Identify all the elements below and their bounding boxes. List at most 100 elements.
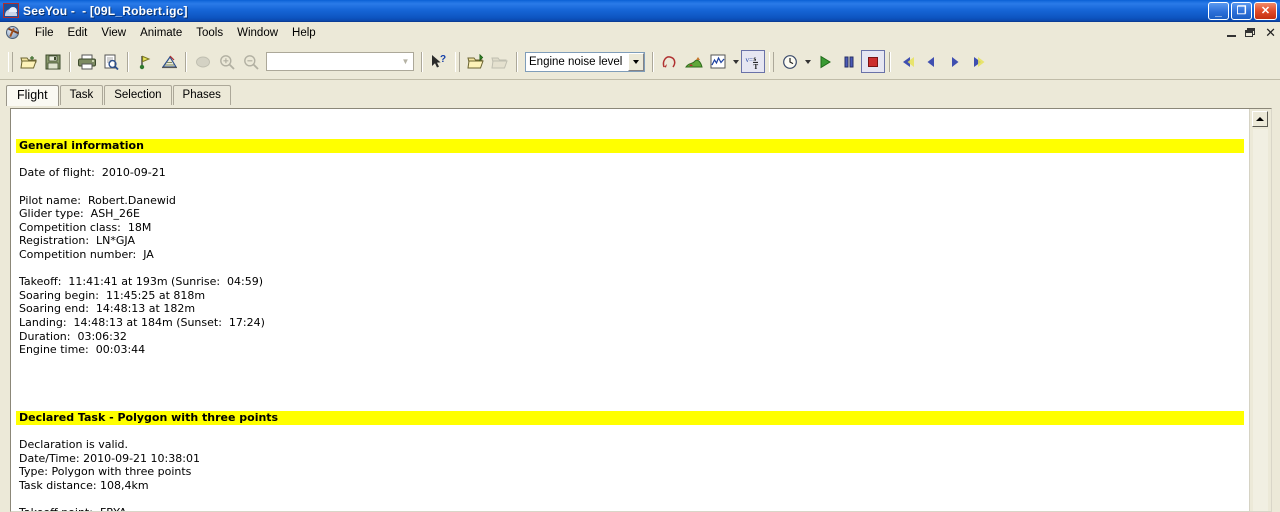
title-bar: SeeYou - - [09L_Robert.igc] _ ❐ ✕: [0, 0, 1280, 22]
print-preview-button[interactable]: [99, 50, 123, 73]
toolbar-separator-1: [69, 51, 71, 72]
svg-text:?: ?: [440, 54, 446, 65]
menu-item-help[interactable]: Help: [285, 25, 323, 41]
close-flight-button[interactable]: [488, 50, 512, 73]
view-tabs: Flight Task Selection Phases: [0, 83, 1280, 106]
scrollbar-track[interactable]: [1253, 129, 1268, 511]
flight-report-pane: General information Date of flight: 2010…: [10, 108, 1272, 512]
toolbar-grip-2[interactable]: [455, 51, 460, 72]
window-close-button[interactable]: ✕: [1254, 2, 1277, 20]
menu-item-window[interactable]: Window: [230, 25, 285, 41]
toolbar-separator-6: [652, 51, 654, 72]
vertical-scrollbar[interactable]: [1249, 109, 1271, 511]
report-line: Takeoff: 11:41:41 at 193m (Sunrise: 04:5…: [19, 275, 264, 289]
mdi-restore-button[interactable]: [1245, 27, 1256, 39]
toolbar-separator-5: [516, 51, 518, 72]
airspace-button[interactable]: [157, 50, 181, 73]
tab-flight[interactable]: Flight: [6, 85, 59, 106]
window-maximize-button[interactable]: ❐: [1231, 2, 1252, 20]
tab-selection[interactable]: Selection: [104, 85, 172, 105]
save-file-button[interactable]: [41, 50, 65, 73]
play-button[interactable]: [813, 50, 837, 73]
report-line: Duration: 03:06:32: [19, 329, 127, 343]
scroll-up-button[interactable]: [1252, 111, 1268, 127]
general-information-header: General information: [16, 139, 1244, 153]
general-information-section: General information Date of flight: 2010…: [16, 112, 1249, 384]
time-button[interactable]: [778, 50, 802, 73]
mdi-child-controls: ✕: [1227, 25, 1276, 41]
graph-button[interactable]: [706, 50, 730, 73]
zoom-in-button[interactable]: [215, 50, 239, 73]
report-line: Date/Time: 2010-09-21 10:38:01: [19, 451, 200, 465]
play-icon: [820, 55, 831, 68]
open-folder-icon: [20, 55, 37, 68]
zoom-out-icon: [244, 54, 259, 70]
graph-dropdown-arrow[interactable]: [730, 50, 741, 73]
step-forward-button[interactable]: [943, 50, 967, 73]
report-line: Type: Polygon with three points: [19, 465, 192, 479]
skip-back-icon: [903, 56, 914, 67]
declared-task-body: Declaration is valid. Date/Time: 2010-09…: [19, 438, 200, 511]
open-flight-folder-icon: [467, 53, 484, 68]
report-line: Takeoff point: FRYA: [19, 506, 127, 511]
menu-item-file[interactable]: File: [28, 25, 61, 41]
floppy-disk-icon: [45, 54, 61, 69]
toolbar-separator-3: [185, 51, 187, 72]
graph-type-combo[interactable]: Engine noise level: [525, 51, 645, 72]
pause-icon: [844, 56, 854, 67]
zoom-all-button[interactable]: [191, 50, 215, 73]
graph-icon: [710, 54, 726, 68]
window-maximize-glyph: ❐: [1236, 4, 1247, 17]
scroll-up-arrow: [1256, 117, 1264, 121]
terrain-icon: [685, 56, 703, 67]
report-line: Declaration is valid.: [19, 438, 129, 452]
tab-phases[interactable]: Phases: [172, 85, 231, 105]
window-controls: _ ❐ ✕: [1208, 2, 1277, 20]
menu-item-tools[interactable]: Tools: [189, 25, 230, 41]
waypoints-button[interactable]: [133, 50, 157, 73]
menu-item-animate[interactable]: Animate: [133, 25, 189, 41]
skip-back-button[interactable]: [895, 50, 919, 73]
step-back-icon: [927, 56, 934, 67]
waypoint-flag-icon: [139, 55, 151, 69]
main-toolbar: ▼ ? Engine noise level v= s T: [0, 44, 1280, 80]
flight-report-content: General information Date of flight: 2010…: [11, 109, 1249, 511]
step-back-button[interactable]: [919, 50, 943, 73]
zoom-all-icon: [196, 56, 210, 67]
pause-button[interactable]: [837, 50, 861, 73]
print-button[interactable]: [75, 50, 99, 73]
printer-icon: [78, 54, 96, 69]
window-close-glyph: ✕: [1260, 4, 1271, 17]
window-minimize-button[interactable]: _: [1208, 2, 1229, 20]
zoom-level-combo[interactable]: ▼: [266, 52, 414, 71]
stop-icon: [868, 56, 878, 67]
general-information-body: Date of flight: 2010-09-21 Pilot name: R…: [19, 166, 265, 356]
toolbar-separator-2: [127, 51, 129, 72]
graph-type-combo-value: Engine noise level: [529, 55, 623, 68]
tab-task[interactable]: Task: [59, 85, 104, 105]
mdi-close-button[interactable]: ✕: [1265, 25, 1276, 41]
seeyou-application-window: SeeYou - - [09L_Robert.igc] _ ❐ ✕ File E…: [0, 0, 1280, 512]
zoom-out-button[interactable]: [239, 50, 263, 73]
close-flight-folder-icon: [491, 57, 508, 68]
stop-button[interactable]: [861, 50, 885, 73]
mdi-minimize-button[interactable]: [1227, 27, 1237, 39]
chevron-down-icon: ▼: [401, 57, 410, 66]
skip-forward-button[interactable]: [967, 50, 991, 73]
time-dropdown-arrow[interactable]: [802, 50, 813, 73]
step-forward-icon: [952, 56, 959, 67]
graph-type-combo-arrow[interactable]: [628, 52, 644, 71]
open-flight-button[interactable]: [464, 50, 488, 73]
menu-item-view[interactable]: View: [94, 25, 133, 41]
print-preview-icon: [104, 54, 119, 70]
open-file-button[interactable]: [17, 50, 41, 73]
toolbar-grip-1[interactable]: [8, 51, 13, 72]
terrain-button[interactable]: [682, 50, 706, 73]
flight-path-button[interactable]: [658, 50, 682, 73]
help-cursor-button[interactable]: ?: [427, 50, 451, 73]
report-line: Competition number: JA: [19, 247, 154, 261]
toolbar-grip-3[interactable]: [769, 51, 774, 72]
menu-item-edit[interactable]: Edit: [61, 25, 95, 41]
report-line: Soaring end: 14:48:13 at 182m: [19, 302, 196, 316]
statistics-button[interactable]: v= s T: [741, 50, 765, 73]
